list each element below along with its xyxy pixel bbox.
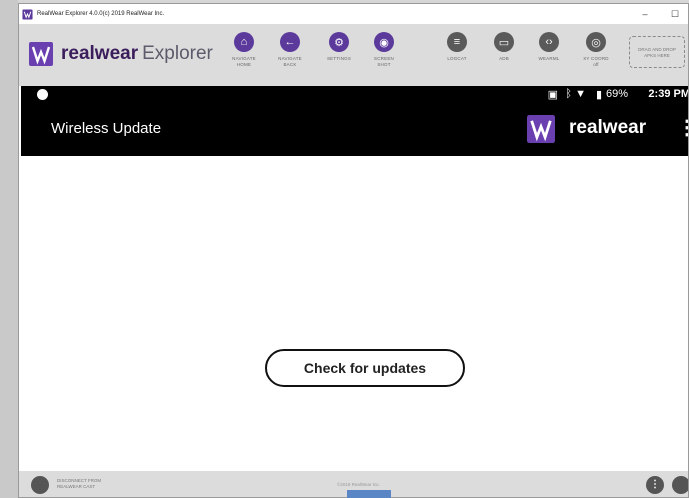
- window-controls: – ☐: [630, 4, 688, 24]
- list-icon: ≡: [447, 32, 467, 52]
- window-title: RealWear Explorer 4.0.0(c) 2019 RealWear…: [37, 11, 165, 17]
- tool-label: WEARML: [538, 56, 560, 61]
- app-bar-brand: realwear: [569, 117, 647, 138]
- code-icon: ‹›: [539, 32, 559, 52]
- app-window: RealWear Explorer 4.0.0(c) 2019 RealWear…: [18, 3, 689, 498]
- gear-icon: ⚙: [329, 32, 349, 52]
- app-bar: Wireless Update realwear ⋮: [21, 104, 688, 156]
- tool-label: SHOT: [377, 62, 391, 67]
- cast-icon: ▣: [547, 89, 558, 101]
- tool-label: NAVIGATE: [278, 56, 302, 61]
- fullscreen-icon[interactable]: [672, 476, 688, 494]
- tool-label: BACK: [283, 62, 297, 67]
- tool-label: off: [593, 62, 599, 67]
- minimize-button[interactable]: –: [630, 9, 660, 19]
- notification-dot-icon: [37, 89, 48, 100]
- explorer-toolbar: realwear Explorer ⌂ NAVIGATE HOME ← NAVIG…: [19, 24, 688, 86]
- tool-label: LOGCAT: [447, 56, 467, 61]
- tool-label: ADB: [499, 56, 509, 61]
- xy-coord-button[interactable]: ◎ XY COORD off: [572, 32, 620, 68]
- title-bar: RealWear Explorer 4.0.0(c) 2019 RealWear…: [19, 4, 688, 24]
- copyright: ©2019 RealWear Inc.: [337, 482, 381, 487]
- battery-level: 69%: [605, 88, 628, 100]
- more-options-icon[interactable]: ⋮: [646, 476, 664, 494]
- home-icon: ⌂: [234, 32, 254, 52]
- clock: 2:39 PM: [648, 88, 689, 100]
- adb-button[interactable]: ▭ ADB: [480, 32, 528, 62]
- disconnect-line2: REALWEAR CAST: [57, 484, 96, 489]
- desktop-background: [0, 0, 18, 498]
- brand-name: realwear: [61, 43, 139, 64]
- device-screen: 69% 2:39 PM ▼ ᛒ ▮ ▣ Wireless Update real…: [21, 86, 689, 471]
- cast-icon[interactable]: [31, 476, 49, 494]
- screenshot-button[interactable]: ◉ SCREEN SHOT: [360, 32, 408, 68]
- taskbar-item[interactable]: [347, 490, 391, 498]
- disconnect-button[interactable]: DISCONNECT FROM REALWEAR CAST: [57, 478, 101, 490]
- disconnect-line1: DISCONNECT FROM: [57, 478, 102, 483]
- realwear-logo-icon: [527, 115, 555, 143]
- overflow-menu-icon[interactable]: ⋮: [677, 115, 688, 140]
- camera-icon: ◉: [374, 32, 394, 52]
- tool-label: HOME: [236, 62, 252, 67]
- arrow-left-icon: ←: [280, 32, 300, 52]
- crosshair-icon: ◎: [586, 32, 606, 52]
- brand: realwear Explorer: [29, 42, 213, 66]
- tool-label: SETTINGS: [326, 56, 352, 61]
- page-title: Wireless Update: [51, 120, 162, 137]
- drop-zone-line2: APKS HERE: [644, 53, 670, 58]
- apk-drop-zone[interactable]: DRAG AND DROP APKS HERE: [629, 36, 685, 68]
- app-logo-icon: [22, 8, 33, 20]
- settings-button[interactable]: ⚙ SETTINGS: [315, 32, 363, 62]
- navigate-home-button[interactable]: ⌂ NAVIGATE HOME: [220, 32, 268, 68]
- tool-label: XY COORD: [583, 56, 609, 61]
- check-for-updates-button[interactable]: Check for updates: [265, 349, 465, 387]
- navigate-back-button[interactable]: ← NAVIGATE BACK: [266, 32, 314, 68]
- android-status-bar: 69% 2:39 PM ▼ ᛒ ▮ ▣: [21, 86, 689, 104]
- maximize-button[interactable]: ☐: [660, 9, 688, 20]
- brand-product: Explorer: [142, 43, 213, 64]
- wearml-button[interactable]: ‹› WEARML: [525, 32, 573, 62]
- tool-label: SCREEN: [374, 56, 394, 61]
- battery-icon: ▮: [595, 89, 602, 101]
- tool-label: NAVIGATE: [232, 56, 256, 61]
- drop-zone-line1: DRAG AND DROP: [638, 47, 676, 52]
- realwear-logo-icon: [29, 42, 53, 66]
- window-icon: ▭: [494, 32, 514, 52]
- logcat-button[interactable]: ≡ LOGCAT: [433, 32, 481, 62]
- wifi-icon: ▼: [575, 88, 586, 100]
- bluetooth-icon: ᛒ: [565, 88, 572, 100]
